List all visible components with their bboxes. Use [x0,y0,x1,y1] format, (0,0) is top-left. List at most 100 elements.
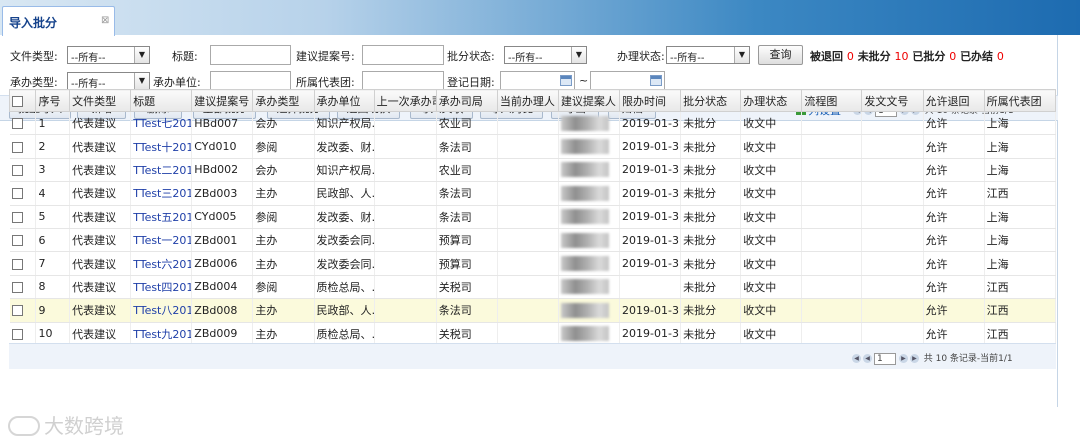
cell-undertake-type: 主办 [252,251,315,276]
row-checkbox[interactable] [11,305,23,317]
returned-count: 0 [846,50,854,63]
row-checkbox-cell[interactable] [9,181,37,206]
undertake-type-select[interactable]: --所有-- ▼ [67,72,150,90]
cell-flowchart [801,298,863,323]
row-checkbox-cell[interactable] [9,228,37,253]
cell-flowchart [801,322,863,346]
tab-import-assign[interactable]: 导入批分 ⊠ [2,6,115,36]
col-header-undertake-dept[interactable]: 承办司局 [435,89,498,112]
proposal-no-input[interactable] [362,45,444,65]
row-checkbox-cell[interactable] [9,134,37,159]
col-header-assign-status[interactable]: 批分状态 [680,89,742,112]
cell-title[interactable]: TTest二2018 [130,158,193,183]
col-header-doc-no[interactable]: 发文文号 [861,89,924,112]
col-header-seq[interactable]: 序号 [35,89,71,112]
row-checkbox[interactable] [11,164,23,176]
cell-prev-undertake-dept [374,298,437,323]
col-header-file-type[interactable]: 文件类型 [69,89,132,112]
col-header-current-handler[interactable]: 当前办理人 [496,89,559,112]
table-row[interactable]: 7代表建议TTest六2018ZBd006主办发改委会同… 预算司 2019-01-… [9,251,1057,276]
row-checkbox-cell[interactable] [9,298,37,323]
cell-seq: 6 [35,228,71,253]
table-row[interactable]: 4代表建议TTest三2018ZBd003主办民政部、人… 条法司 2019-01-… [9,181,1057,206]
assign-status-select[interactable]: --所有-- ▼ [504,46,587,64]
calendar-icon[interactable] [560,75,572,86]
table-row[interactable]: 9代表建议TTest八2018ZBd008主办民政部、人… 条法司 2019-01-… [9,298,1057,323]
cell-undertake-dept: 关税司 [436,322,498,346]
table-row[interactable]: 5代表建议TTest五2018CYd005参阅发改委、财… 条法司 2019-01-… [9,205,1057,229]
cell-doc-no [861,158,924,183]
col-header-title[interactable]: 标题 [130,89,193,112]
table-row[interactable]: 3代表建议TTest二2018HBd002会办知识产权局… 农业司 2019-01-… [9,158,1057,183]
prev-page-icon[interactable]: ◀ [863,354,872,363]
first-page-icon[interactable]: ◀ [852,354,861,363]
next-page-icon[interactable]: ▶ [898,354,908,363]
col-header-undertake-type[interactable]: 承办类型 [252,89,315,112]
cell-proposal-no: ZBd004 [191,275,254,300]
cell-undertake-dept: 条法司 [436,134,498,159]
row-checkbox[interactable] [11,141,23,153]
row-checkbox[interactable] [11,118,23,130]
cell-title[interactable]: TTest十2018 [130,134,193,159]
cell-title[interactable]: TTest一2018 [130,228,193,253]
row-checkbox-cell[interactable] [9,322,37,346]
cell-assign-status: 未批分 [680,322,742,346]
cell-seq: 7 [35,251,71,276]
cell-flowchart [801,134,863,159]
col-header-deadline[interactable]: 限办时间 [619,89,682,112]
col-header-prev-undertake-dept[interactable]: 上一次承办司 [373,89,437,112]
close-icon[interactable]: ⊠ [101,15,109,26]
cell-undertake-dept: 农业司 [436,111,498,136]
col-header-allow-return[interactable]: 允许退回 [922,89,985,112]
row-checkbox[interactable] [11,328,23,340]
table-row[interactable]: 1代表建议TTest七2018HBd007会办知识产权局… 农业司 2019-01-… [9,111,1057,136]
last-page-icon[interactable]: ▶ [909,354,919,363]
row-checkbox-cell[interactable] [9,275,37,300]
col-header-handle-status[interactable]: 办理状态 [740,89,803,112]
cell-title[interactable]: TTest四2018 [130,275,193,300]
row-checkbox[interactable] [11,281,23,293]
cell-title[interactable]: TTest三2018 [130,181,193,206]
cell-proposer [558,322,621,346]
cell-title[interactable]: TTest六2018 [130,251,193,276]
col-header-proposer[interactable]: 建议提案人 [557,89,621,112]
col-header-flowchart[interactable]: 流程图 [801,89,863,112]
title-input[interactable] [210,45,291,65]
calendar-icon[interactable] [650,75,662,86]
row-checkbox-cell[interactable] [9,251,37,276]
delegation-input[interactable] [362,71,444,91]
select-all-checkbox[interactable] [12,95,23,107]
row-checkbox[interactable] [11,235,23,247]
cell-title[interactable]: TTest五2018 [130,205,193,229]
file-type-select[interactable]: --所有-- ▼ [67,46,150,64]
handle-status-label: 办理状态: [617,50,665,63]
select-all-header[interactable] [8,89,37,112]
row-checkbox-cell[interactable] [9,111,37,136]
table-header-row: 序号 文件类型 标题 建议提案号 承办类型 承办单位 上一次承办司 承办司局 当前办理人 建议提案… [8,89,1057,112]
reg-date-end-input[interactable] [590,71,665,91]
table-row[interactable]: 2代表建议TTest十2018CYd010参阅发改委、财… 条法司 2019-01-… [9,134,1057,159]
col-header-delegation[interactable]: 所属代表团 [983,89,1057,112]
cell-current-handler [497,181,559,206]
col-header-undertake-unit[interactable]: 承办单位 [313,89,375,112]
watermark-text: 大数跨境 [44,414,124,438]
table-row[interactable]: 8代表建议TTest四2018ZBd004参阅质检总局、… 关税司 未批分收文中 允许… [9,275,1057,300]
row-checkbox-cell[interactable] [9,158,37,183]
chevron-down-icon: ▼ [134,73,149,89]
row-checkbox[interactable] [11,258,23,270]
cell-title[interactable]: TTest七2018 [130,111,193,136]
handle-status-select[interactable]: --所有-- ▼ [666,46,750,64]
cell-title[interactable]: TTest九2018 [130,322,193,346]
table-row[interactable]: 10代表建议TTest九2018ZBd009主办质检总局、… 关税司 2019-01… [9,322,1057,346]
reg-date-start-input[interactable] [500,71,575,91]
col-header-proposal-no[interactable]: 建议提案号 [191,89,254,112]
query-button[interactable]: 查询 [758,45,803,65]
row-checkbox[interactable] [11,188,23,200]
page-input[interactable]: 1 [874,352,896,365]
row-checkbox-cell[interactable] [9,205,37,229]
undertake-unit-input[interactable] [210,71,291,91]
table-row[interactable]: 6代表建议TTest一2018ZBd001主办发改委会同… 预算司 2019-01-… [9,228,1057,253]
cell-title[interactable]: TTest八2018 [130,298,193,323]
row-checkbox[interactable] [11,211,23,223]
cell-undertake-unit: 民政部、人… [314,298,375,323]
